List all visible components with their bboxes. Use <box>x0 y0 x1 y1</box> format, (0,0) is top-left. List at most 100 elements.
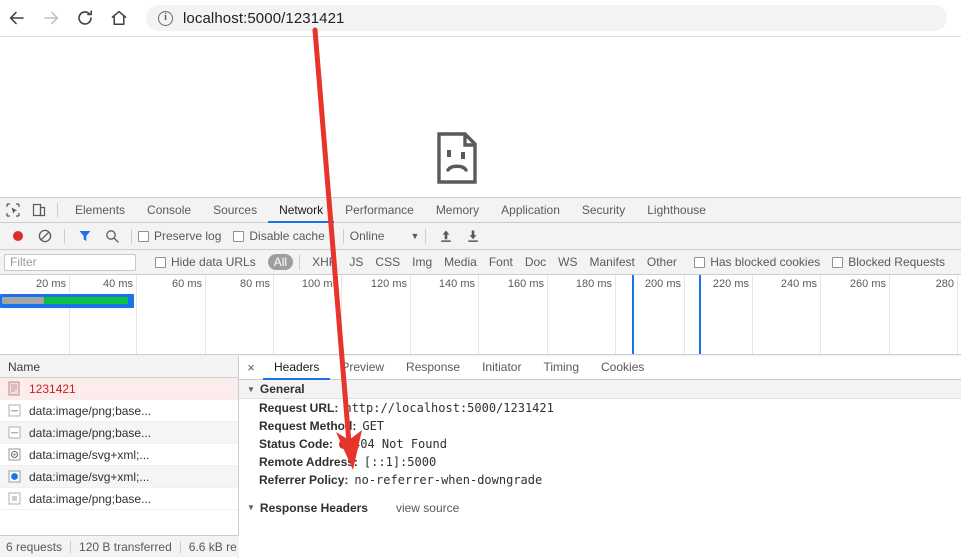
checkbox-box <box>233 230 245 242</box>
filter-type-img[interactable]: Img <box>406 254 438 270</box>
table-row[interactable]: data:image/png;base... <box>0 422 238 444</box>
tab-memory[interactable]: Memory <box>425 198 490 223</box>
column-header-name: Name <box>8 359 41 374</box>
request-detail-pane: × Headers Preview Response Initiator Tim… <box>239 356 961 558</box>
general-row-request-method: Request Method: GET <box>239 417 961 435</box>
svg-blue-icon <box>8 470 21 483</box>
overview-bar-wait <box>2 297 44 304</box>
detail-tab-initiator[interactable]: Initiator <box>471 356 532 380</box>
overview-tick-label: 140 ms <box>438 278 475 290</box>
filter-type-media[interactable]: Media <box>438 254 483 270</box>
checkbox-box <box>155 256 166 268</box>
overview-tick-label: 160 ms <box>507 278 544 290</box>
close-detail-button[interactable]: × <box>239 356 263 379</box>
tab-sources[interactable]: Sources <box>202 198 268 223</box>
overview-tick-label: 100 ms <box>301 278 338 290</box>
filter-type-font[interactable]: Font <box>483 254 519 270</box>
detail-tab-response[interactable]: Response <box>395 356 471 380</box>
view-source-link[interactable]: view source <box>396 501 459 515</box>
detail-tab-cookies[interactable]: Cookies <box>590 356 655 380</box>
address-bar-text: localhost:5000/1231421 <box>183 9 345 27</box>
table-row[interactable]: data:image/svg+xml;... <box>0 466 238 488</box>
filter-type-css[interactable]: CSS <box>369 254 406 270</box>
filter-type-js[interactable]: JS <box>343 254 369 270</box>
detail-tab-timing[interactable]: Timing <box>532 356 590 380</box>
preserve-log-label: Preserve log <box>154 229 222 243</box>
address-bar[interactable]: i localhost:5000/1231421 <box>146 5 947 31</box>
overview-tick-label: 60 ms <box>172 278 202 290</box>
disable-cache-label: Disable cache <box>249 229 325 243</box>
tab-performance-label: Performance <box>345 202 414 217</box>
filter-type-doc[interactable]: Doc <box>519 254 552 270</box>
detail-tab-preview[interactable]: Preview <box>330 356 395 380</box>
filter-type-xhr[interactable]: XHR <box>306 254 343 270</box>
tab-console[interactable]: Console <box>136 198 202 223</box>
status-code-value: 404 Not Found <box>353 437 447 451</box>
forward-button[interactable] <box>34 1 68 35</box>
home-button[interactable] <box>102 1 136 35</box>
search-button[interactable] <box>98 223 125 250</box>
tab-performance[interactable]: Performance <box>334 198 425 223</box>
request-name: data:image/svg+xml;... <box>29 447 150 462</box>
throttling-dropdown[interactable]: Online ▼ <box>350 229 420 243</box>
tab-console-label: Console <box>147 202 192 217</box>
general-row-status-code: Status Code: 404 Not Found <box>239 435 961 453</box>
tab-security-label: Security <box>581 202 626 217</box>
network-timeline-overview[interactable]: 20 ms 40 ms 60 ms 80 ms 100 ms 120 ms 14… <box>0 275 961 355</box>
table-row[interactable]: data:image/svg+xml;... <box>0 444 238 466</box>
inspect-element-button[interactable] <box>0 198 26 222</box>
general-section-label: General <box>259 382 305 396</box>
request-name: data:image/png;base... <box>29 425 152 440</box>
general-section-header[interactable]: ▼ General <box>239 380 961 399</box>
device-toolbar-button[interactable] <box>26 198 52 222</box>
filter-toggle-button[interactable] <box>71 223 98 250</box>
response-headers-section-header[interactable]: ▼ Response Headers view source <box>239 498 961 517</box>
reload-button[interactable] <box>68 1 102 35</box>
blocked-requests-checkbox[interactable]: Blocked Requests <box>832 255 945 269</box>
network-filter-bar: Filter Hide data URLs All XHR JS CSS Img… <box>0 250 961 275</box>
request-list-header[interactable]: Name <box>0 356 238 378</box>
overview-tick-label: 220 ms <box>712 278 749 290</box>
resources-size: 6.6 kB re <box>188 539 237 554</box>
site-info-icon[interactable]: i <box>158 10 173 26</box>
tab-application[interactable]: Application <box>490 198 571 223</box>
checkbox-box <box>832 256 844 268</box>
import-har-button[interactable] <box>432 223 459 250</box>
filter-type-all[interactable]: All <box>267 254 294 270</box>
tab-elements-label: Elements <box>75 202 126 217</box>
disable-cache-checkbox[interactable]: Disable cache <box>233 229 325 243</box>
filter-type-ws[interactable]: WS <box>552 254 583 270</box>
clear-button[interactable] <box>31 223 58 250</box>
general-row-remote-address: Remote Address: [::1]:5000 <box>239 453 961 471</box>
overview-tick-label: 200 ms <box>644 278 681 290</box>
back-button[interactable] <box>0 1 34 35</box>
filter-separator <box>299 254 301 270</box>
preserve-log-checkbox[interactable]: Preserve log <box>138 229 221 243</box>
filter-type-manifest[interactable]: Manifest <box>584 254 641 270</box>
toolbar-separator <box>131 228 132 244</box>
request-count: 6 requests <box>6 539 63 554</box>
filter-input[interactable]: Filter <box>4 253 136 271</box>
detail-tab-headers[interactable]: Headers <box>263 356 331 380</box>
image-small-icon <box>8 492 21 505</box>
toolbar-separator <box>64 228 65 244</box>
record-button[interactable] <box>4 223 31 250</box>
filter-type-other[interactable]: Other <box>641 254 683 270</box>
hide-data-urls-checkbox[interactable]: Hide data URLs <box>155 255 256 269</box>
triangle-down-icon: ▼ <box>247 384 255 394</box>
upload-arrow-icon <box>441 230 451 242</box>
tab-elements[interactable]: Elements <box>64 198 136 223</box>
status-separator <box>179 540 181 553</box>
request-name: data:image/png;base... <box>29 403 152 418</box>
tab-lighthouse[interactable]: Lighthouse <box>636 198 717 223</box>
has-blocked-cookies-checkbox[interactable]: Has blocked cookies <box>694 255 820 269</box>
overview-bar-download <box>44 297 128 304</box>
table-row[interactable]: 1231421 <box>0 378 238 400</box>
tab-security[interactable]: Security <box>571 198 636 223</box>
general-row-referrer-policy: Referrer Policy: no-referrer-when-downgr… <box>239 471 961 489</box>
svg-icon <box>8 448 21 461</box>
tab-network[interactable]: Network <box>268 198 335 223</box>
table-row[interactable]: data:image/png;base... <box>0 488 238 510</box>
export-har-button[interactable] <box>459 223 486 250</box>
table-row[interactable]: data:image/png;base... <box>0 400 238 422</box>
